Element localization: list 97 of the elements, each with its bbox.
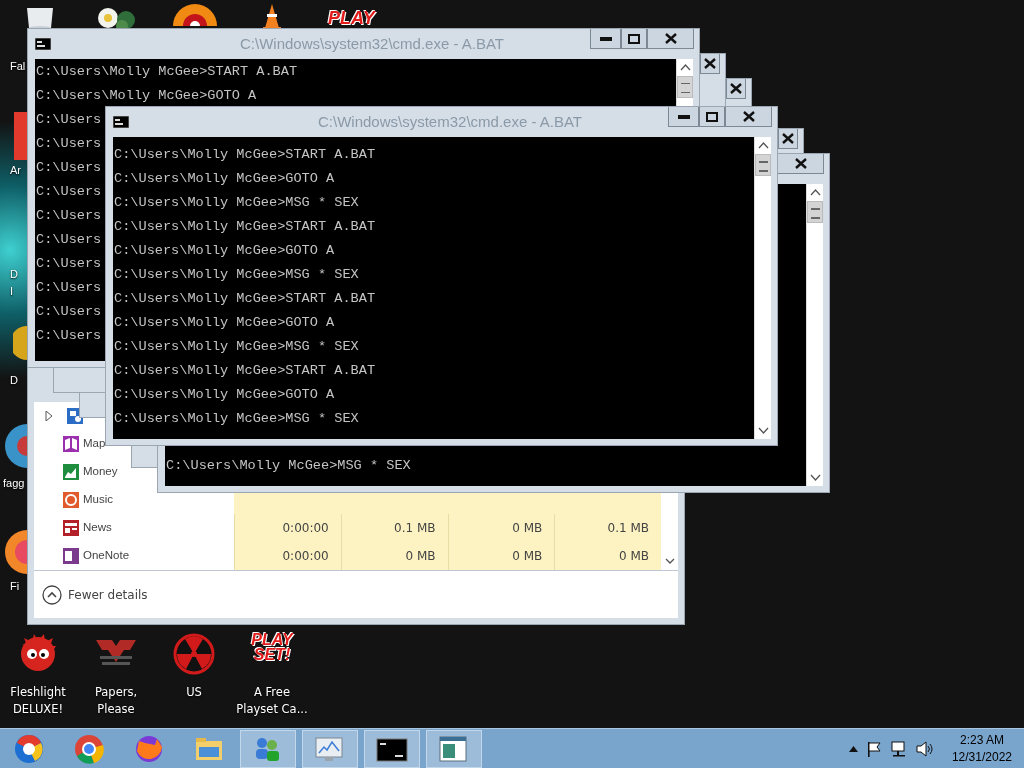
console-line: C:\Users\Molly McGee>GOTO A [114, 170, 335, 188]
icon-label[interactable]: D I [10, 266, 18, 300]
logo-text: PLAY [328, 10, 375, 28]
console-line: C:\Users\Molly McGee>START A.BAT [36, 63, 298, 81]
icon-label[interactable]: Fleshlight DELUXE! [0, 684, 76, 718]
table-cell: 0.1 MB [340, 514, 448, 542]
console-line: C:\Users\Molly McGee>START A.BAT [114, 362, 376, 380]
notebook-icon [62, 547, 80, 565]
close-icon [742, 111, 755, 122]
process-name: News [83, 520, 112, 536]
console-line: C:\Users\Molly McGee>MSG * SEX [114, 266, 359, 284]
map-icon [62, 435, 80, 453]
cup-icon [25, 8, 55, 30]
console-line: C:\Users [36, 207, 102, 225]
icon-label[interactable]: A Free Playset Ca... [234, 684, 310, 718]
radiation-icon [172, 632, 216, 676]
window-title: C:\Windows\system32\cmd.exe - A.BAT [318, 111, 582, 132]
browser-icon[interactable] [73, 732, 107, 765]
table-cell: 0:00:00 [234, 542, 341, 570]
table-cell: 0 MB [554, 542, 661, 570]
console-line: C:\Users\Molly McGee>MSG * SEX [114, 410, 359, 428]
console-line: C:\Users\Molly McGee>MSG * SEX [114, 338, 359, 356]
newspaper-icon [62, 519, 80, 537]
console-line: C:\Users [36, 183, 102, 201]
flag-icon[interactable] [865, 740, 882, 757]
icon-label[interactable]: D [10, 372, 18, 389]
close-button[interactable] [700, 54, 720, 74]
close-button[interactable] [647, 29, 694, 49]
close-button[interactable] [726, 79, 746, 99]
console-line: C:\Users\Molly McGee>GOTO A [114, 386, 335, 404]
minimize-icon [677, 114, 690, 119]
process-name: Music [83, 492, 114, 508]
console-line: C:\Users [36, 327, 102, 345]
logo-text: PLAY SET! [250, 632, 295, 666]
process-name: Map [83, 436, 106, 452]
terminal-icon [35, 38, 51, 50]
table-cell: 0.1 MB [554, 514, 661, 542]
app-icon [13, 326, 27, 360]
console-line: C:\Users [36, 279, 102, 297]
console-line: C:\Users [36, 303, 102, 321]
close-icon [704, 58, 716, 69]
show-hidden-icons-icon[interactable] [848, 745, 858, 752]
clock-date[interactable]: 12/31/2022 [951, 748, 1012, 766]
console-line: C:\Users [36, 111, 102, 129]
process-name: Money [83, 464, 118, 480]
table-cell: 0 MB [340, 542, 448, 570]
maximize-button[interactable] [699, 107, 725, 127]
fewer-details-button[interactable]: Fewer details [42, 584, 148, 605]
close-button[interactable] [778, 129, 798, 149]
maximize-icon [628, 33, 640, 44]
scroll-thumb[interactable] [807, 201, 823, 223]
scroll-thumb[interactable] [755, 154, 771, 176]
console-line: C:\Users\Molly McGee>GOTO A [114, 314, 335, 332]
expand-arrow-icon[interactable] [44, 411, 54, 421]
console-line: C:\Users [36, 159, 102, 177]
table-cell: 0 MB [447, 514, 555, 542]
window-title: C:\Windows\system32\cmd.exe - A.BAT [240, 33, 504, 54]
close-icon [730, 83, 742, 94]
clock-time[interactable]: 2:23 AM [959, 731, 1004, 749]
minimize-button[interactable] [590, 29, 621, 49]
collapse-icon[interactable] [42, 584, 62, 605]
maximize-button[interactable] [621, 29, 647, 49]
speaker-icon[interactable] [915, 740, 934, 757]
console-line: C:\Users [36, 255, 102, 273]
close-icon [782, 133, 794, 144]
minimize-button[interactable] [668, 107, 699, 127]
network-icon[interactable] [889, 740, 908, 757]
console-line: C:\Users\Molly McGee>GOTO A [114, 242, 335, 260]
app-icon [14, 112, 27, 160]
console-line: C:\Users\Molly McGee>START A.BAT [114, 218, 376, 236]
icon-label[interactable]: US [186, 684, 202, 701]
minimize-icon [599, 36, 612, 41]
close-icon [794, 158, 807, 169]
taskbar-button[interactable] [364, 729, 420, 768]
icon-label[interactable]: Fi [10, 578, 20, 595]
icon-label[interactable]: Ar [10, 162, 21, 179]
console-line: C:\Users\Molly McGee>START A.BAT [114, 290, 376, 308]
console-line: C:\Users\Molly McGee>MSG * SEX [166, 457, 411, 475]
icon-label[interactable]: Fal [10, 58, 26, 75]
console-line: C:\Users [36, 231, 102, 249]
close-button[interactable] [725, 107, 772, 127]
headphones-icon [62, 491, 80, 509]
close-icon [664, 33, 677, 44]
process-name: OneNote [83, 548, 130, 564]
console-line: C:\Users\Molly McGee>MSG * SEX [114, 194, 359, 212]
maximize-icon [706, 111, 718, 122]
table-cell: 0 MB [447, 542, 555, 570]
console-line: C:\Users [36, 135, 102, 153]
chart-icon [62, 463, 80, 481]
terminal-icon [113, 116, 129, 128]
close-button[interactable] [777, 154, 824, 174]
table-cell: 0:00:00 [234, 514, 341, 542]
scroll-thumb[interactable] [677, 76, 693, 98]
console-line: C:\Users\Molly McGee>START A.BAT [114, 146, 376, 164]
console-line: C:\Users\Molly McGee>GOTO A [36, 87, 257, 105]
icon-label[interactable]: Papers, Please [78, 684, 154, 718]
icon-label[interactable]: fagg [3, 475, 25, 492]
